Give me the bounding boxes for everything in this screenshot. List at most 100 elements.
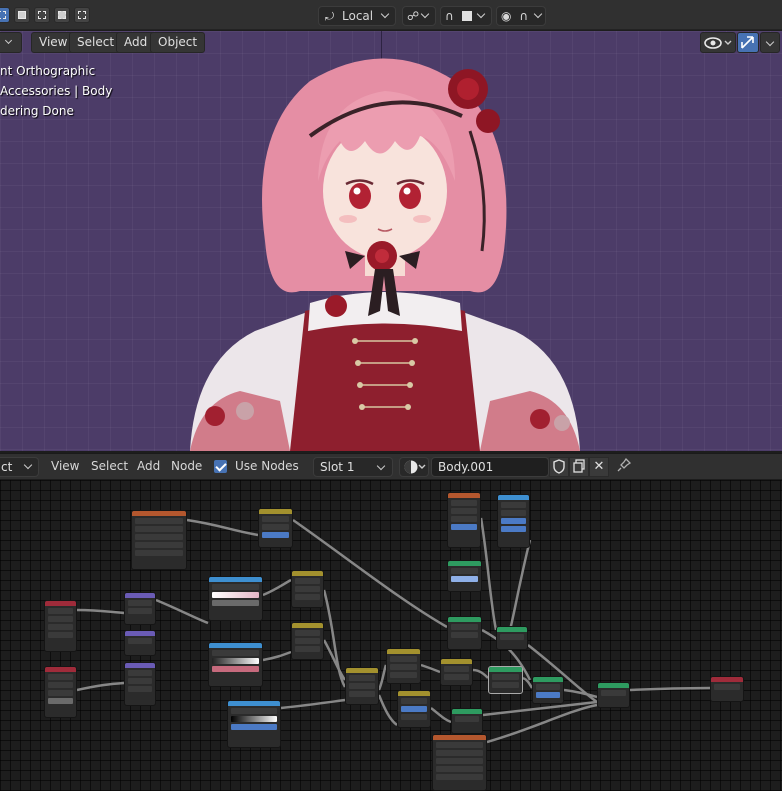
node-mix-rgb[interactable] — [258, 508, 293, 548]
node-link — [76, 681, 125, 692]
visibility-dropdown[interactable] — [700, 32, 736, 53]
node-link — [186, 518, 259, 537]
duplicate-icon — [573, 459, 585, 473]
gizmo-dropdown[interactable] — [760, 32, 780, 53]
top-header: ⤾ Local ☍ ∩ ◉ ∩ — [0, 0, 782, 30]
editor-type-menu[interactable] — [0, 32, 22, 53]
pin-icon — [617, 457, 632, 472]
node-link — [508, 539, 532, 631]
node-editor-canvas[interactable] — [0, 480, 782, 791]
pin-button[interactable] — [614, 457, 634, 477]
collection-object-text: Accessories | Body — [0, 84, 113, 98]
node-editor-type-dropdown[interactable]: ct — [0, 457, 39, 477]
magnet-icon: ∩ — [445, 9, 454, 23]
node-link — [280, 698, 346, 710]
shield-icon — [553, 459, 565, 474]
chevron-down-icon — [477, 9, 486, 19]
editor-type-label: ct — [1, 460, 13, 474]
falloff-curve-icon: ∩ — [519, 9, 529, 23]
pivot-point-dropdown[interactable]: ☍ — [402, 6, 436, 26]
transform-orientation-dropdown[interactable]: ⤾ Local — [318, 6, 396, 26]
select-mode-intersect-icon[interactable] — [74, 7, 90, 23]
node-shader-mix[interactable] — [447, 560, 482, 592]
node-link — [472, 668, 489, 679]
gizmo-toggle[interactable] — [737, 32, 759, 53]
pivot-icon: ☍ — [407, 9, 420, 23]
node-mix-rgb-6[interactable] — [397, 690, 431, 728]
node-select-menu[interactable]: Select — [91, 459, 128, 473]
render-status-text: dering Done — [0, 104, 74, 118]
node-mix-rgb-7[interactable] — [440, 658, 473, 686]
fake-user-button[interactable] — [549, 457, 569, 477]
character-render — [190, 58, 580, 451]
snapping-dropdown[interactable]: ∩ — [440, 6, 492, 26]
node-vector-math[interactable] — [124, 592, 156, 625]
select-mode-extend-icon[interactable] — [14, 7, 30, 23]
select-mode-new-icon[interactable] — [0, 7, 10, 23]
chevron-down-icon — [533, 9, 543, 19]
chevron-down-icon — [23, 460, 33, 470]
3d-viewport[interactable]: View Select Add Object nt Orthographic A… — [0, 31, 782, 451]
slot-dropdown[interactable]: Slot 1 — [313, 457, 393, 477]
node-image-texture-2[interactable] — [447, 492, 481, 548]
material-browse-dropdown[interactable] — [399, 457, 429, 477]
node-link — [155, 598, 209, 625]
close-icon: ✕ — [593, 459, 605, 474]
node-editor-header: ct View Select Add Node Use Nodes Slot 1… — [0, 453, 782, 479]
select-menu[interactable]: Select — [69, 32, 123, 53]
select-mode-subtract-icon[interactable] — [34, 7, 50, 23]
slot-label: Slot 1 — [320, 460, 355, 474]
view-name-text: nt Orthographic — [0, 64, 96, 78]
chevron-down-icon — [765, 37, 775, 47]
node-shader-2[interactable] — [496, 626, 528, 650]
node-link — [430, 707, 452, 724]
node-shader[interactable] — [451, 708, 483, 734]
node-link — [76, 608, 125, 615]
node-shader-selected[interactable] — [488, 666, 523, 694]
node-link — [420, 663, 441, 674]
chevron-down-icon — [4, 36, 13, 45]
node-color-ramp-2[interactable] — [208, 642, 263, 687]
node-link — [377, 664, 388, 691]
chevron-down-icon — [376, 461, 386, 471]
node-add-menu[interactable]: Add — [137, 459, 160, 473]
select-mode-difference-icon[interactable] — [54, 7, 70, 23]
node-mix-rgb-2[interactable] — [291, 570, 324, 608]
material-name-field[interactable]: Body.001 — [431, 457, 549, 477]
use-nodes-checkbox[interactable] — [214, 460, 227, 473]
use-nodes-label: Use Nodes — [235, 459, 299, 473]
transform-orientation-label: Local — [342, 9, 374, 23]
gizmo-icon — [741, 36, 754, 49]
node-link — [479, 517, 498, 631]
node-mapping[interactable] — [497, 494, 530, 548]
node-attribute-2[interactable] — [44, 666, 77, 718]
node-link — [486, 703, 598, 744]
node-node-menu[interactable]: Node — [171, 459, 202, 473]
proportional-edit-icon: ◉ — [501, 9, 512, 23]
node-link — [262, 650, 292, 662]
node-material-output[interactable] — [710, 676, 744, 702]
node-mix-rgb-4[interactable] — [345, 667, 379, 705]
node-image-texture-3[interactable] — [432, 734, 487, 791]
node-vector-math-3[interactable] — [124, 662, 156, 706]
node-mix-shader[interactable] — [597, 682, 630, 708]
duplicate-material-button[interactable] — [569, 457, 589, 477]
node-shader-3[interactable] — [532, 676, 564, 704]
node-mix-rgb-5[interactable] — [386, 648, 421, 684]
unlink-material-button[interactable]: ✕ — [589, 457, 609, 477]
proportional-editing-dropdown[interactable]: ◉ ∩ — [496, 6, 546, 26]
chevron-down-icon — [420, 9, 430, 19]
node-links — [76, 517, 711, 744]
node-link — [629, 686, 711, 692]
node-color-ramp-3[interactable] — [227, 700, 281, 748]
orientation-icon: ⤾ — [325, 10, 335, 23]
node-view-menu[interactable]: View — [51, 459, 79, 473]
node-shader-mix-2[interactable] — [447, 616, 482, 650]
node-vector-math-2[interactable] — [124, 630, 156, 656]
material-sphere-icon — [404, 460, 426, 474]
node-mix-rgb-3[interactable] — [291, 622, 324, 660]
eye-icon — [704, 37, 732, 49]
node-image-texture[interactable] — [131, 510, 187, 570]
node-color-ramp[interactable] — [208, 576, 263, 621]
node-attribute[interactable] — [44, 600, 77, 652]
